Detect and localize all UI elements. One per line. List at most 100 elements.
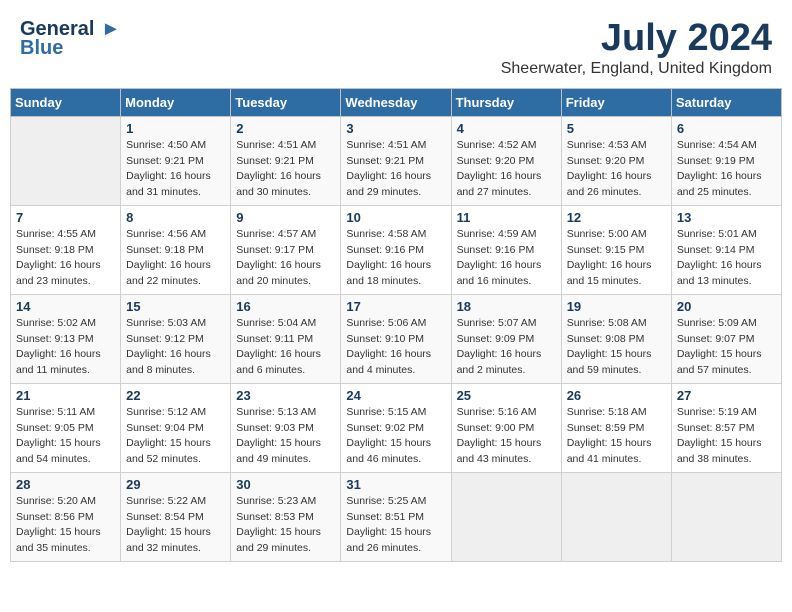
day-info: Sunrise: 4:56 AMSunset: 9:18 PMDaylight:… bbox=[126, 227, 225, 290]
day-info: Sunrise: 5:12 AMSunset: 9:04 PMDaylight:… bbox=[126, 405, 225, 468]
calendar-cell: 3 Sunrise: 4:51 AMSunset: 9:21 PMDaylight… bbox=[341, 116, 451, 205]
calendar-cell: 14Sunrise: 5:02 AMSunset: 9:13 PMDayligh… bbox=[11, 294, 121, 383]
calendar-header-row: SundayMondayTuesdayWednesdayThursdayFrid… bbox=[11, 88, 782, 116]
day-info: Sunrise: 5:18 AMSunset: 8:59 PMDaylight:… bbox=[567, 405, 666, 468]
day-info: Sunrise: 4:52 AMSunset: 9:20 PMDaylight:… bbox=[457, 138, 556, 201]
day-info: Sunrise: 4:54 AMSunset: 9:19 PMDaylight:… bbox=[677, 138, 776, 201]
calendar-cell: 12 Sunrise: 5:00 AMSunset: 9:15 PMDayligh… bbox=[561, 205, 671, 294]
calendar-cell: 19 Sunrise: 5:08 AMSunset: 9:08 PMDayligh… bbox=[561, 294, 671, 383]
day-info: Sunrise: 5:02 AMSunset: 9:13 PMDaylight:… bbox=[16, 316, 115, 379]
day-number: 19 bbox=[567, 299, 666, 314]
day-number: 22 bbox=[126, 388, 225, 403]
calendar-cell: 15 Sunrise: 5:03 AMSunset: 9:12 PMDayligh… bbox=[121, 294, 231, 383]
day-number: 27 bbox=[677, 388, 776, 403]
calendar-header-thursday: Thursday bbox=[451, 88, 561, 116]
calendar-week-row: 28 Sunrise: 5:20 AMSunset: 8:56 PMDayligh… bbox=[11, 472, 782, 561]
day-number: 23 bbox=[236, 388, 335, 403]
day-number: 16 bbox=[236, 299, 335, 314]
day-number: 5 bbox=[567, 121, 666, 136]
calendar-cell: 20 Sunrise: 5:09 AMSunset: 9:07 PMDayligh… bbox=[671, 294, 781, 383]
calendar-cell: 21 Sunrise: 5:11 AMSunset: 9:05 PMDayligh… bbox=[11, 383, 121, 472]
day-number: 21 bbox=[16, 388, 115, 403]
day-number: 1 bbox=[126, 121, 225, 136]
calendar-cell: 11 Sunrise: 4:59 AMSunset: 9:16 PMDayligh… bbox=[451, 205, 561, 294]
day-info: Sunrise: 5:09 AMSunset: 9:07 PMDaylight:… bbox=[677, 316, 776, 379]
day-info: Sunrise: 5:20 AMSunset: 8:56 PMDaylight:… bbox=[16, 494, 115, 557]
day-info: Sunrise: 5:03 AMSunset: 9:12 PMDaylight:… bbox=[126, 316, 225, 379]
day-info: Sunrise: 4:53 AMSunset: 9:20 PMDaylight:… bbox=[567, 138, 666, 201]
calendar-header-wednesday: Wednesday bbox=[341, 88, 451, 116]
day-number: 10 bbox=[346, 210, 445, 225]
day-number: 20 bbox=[677, 299, 776, 314]
day-number: 12 bbox=[567, 210, 666, 225]
day-number: 13 bbox=[677, 210, 776, 225]
calendar-body: 1 Sunrise: 4:50 AMSunset: 9:21 PMDaylight… bbox=[11, 116, 782, 561]
day-info: Sunrise: 5:16 AMSunset: 9:00 PMDaylight:… bbox=[457, 405, 556, 468]
day-info: Sunrise: 5:08 AMSunset: 9:08 PMDaylight:… bbox=[567, 316, 666, 379]
calendar-cell: 18Sunrise: 5:07 AMSunset: 9:09 PMDayligh… bbox=[451, 294, 561, 383]
calendar-cell bbox=[671, 472, 781, 561]
calendar-week-row: 21 Sunrise: 5:11 AMSunset: 9:05 PMDayligh… bbox=[11, 383, 782, 472]
day-number: 2 bbox=[236, 121, 335, 136]
calendar-cell: 24 Sunrise: 5:15 AMSunset: 9:02 PMDayligh… bbox=[341, 383, 451, 472]
calendar-header-sunday: Sunday bbox=[11, 88, 121, 116]
day-info: Sunrise: 5:11 AMSunset: 9:05 PMDaylight:… bbox=[16, 405, 115, 468]
day-info: Sunrise: 4:58 AMSunset: 9:16 PMDaylight:… bbox=[346, 227, 445, 290]
calendar-cell: 10 Sunrise: 4:58 AMSunset: 9:16 PMDayligh… bbox=[341, 205, 451, 294]
calendar-header-tuesday: Tuesday bbox=[231, 88, 341, 116]
day-info: Sunrise: 4:51 AMSunset: 9:21 PMDaylight:… bbox=[236, 138, 335, 201]
page-title: July 2024 bbox=[501, 18, 772, 60]
calendar-header-friday: Friday bbox=[561, 88, 671, 116]
calendar-cell: 22 Sunrise: 5:12 AMSunset: 9:04 PMDayligh… bbox=[121, 383, 231, 472]
day-info: Sunrise: 4:50 AMSunset: 9:21 PMDaylight:… bbox=[126, 138, 225, 201]
day-info: Sunrise: 5:00 AMSunset: 9:15 PMDaylight:… bbox=[567, 227, 666, 290]
calendar-cell: 25 Sunrise: 5:16 AMSunset: 9:00 PMDayligh… bbox=[451, 383, 561, 472]
day-info: Sunrise: 4:55 AMSunset: 9:18 PMDaylight:… bbox=[16, 227, 115, 290]
day-number: 24 bbox=[346, 388, 445, 403]
day-number: 30 bbox=[236, 477, 335, 492]
day-number: 31 bbox=[346, 477, 445, 492]
calendar-cell: 2 Sunrise: 4:51 AMSunset: 9:21 PMDaylight… bbox=[231, 116, 341, 205]
calendar-week-row: 7 Sunrise: 4:55 AMSunset: 9:18 PMDaylight… bbox=[11, 205, 782, 294]
calendar-cell: 4 Sunrise: 4:52 AMSunset: 9:20 PMDaylight… bbox=[451, 116, 561, 205]
day-number: 15 bbox=[126, 299, 225, 314]
calendar-cell: 8 Sunrise: 4:56 AMSunset: 9:18 PMDaylight… bbox=[121, 205, 231, 294]
calendar-cell: 26 Sunrise: 5:18 AMSunset: 8:59 PMDayligh… bbox=[561, 383, 671, 472]
day-number: 3 bbox=[346, 121, 445, 136]
calendar-cell: 1 Sunrise: 4:50 AMSunset: 9:21 PMDaylight… bbox=[121, 116, 231, 205]
calendar-cell: 23 Sunrise: 5:13 AMSunset: 9:03 PMDayligh… bbox=[231, 383, 341, 472]
day-number: 9 bbox=[236, 210, 335, 225]
day-info: Sunrise: 5:23 AMSunset: 8:53 PMDaylight:… bbox=[236, 494, 335, 557]
calendar-cell: 29Sunrise: 5:22 AMSunset: 8:54 PMDayligh… bbox=[121, 472, 231, 561]
calendar-cell: 9 Sunrise: 4:57 AMSunset: 9:17 PMDaylight… bbox=[231, 205, 341, 294]
header: General ► Blue July 2024 Sheerwater, Eng… bbox=[10, 10, 782, 82]
day-info: Sunrise: 5:22 AMSunset: 8:54 PMDaylight:… bbox=[126, 494, 225, 557]
day-number: 25 bbox=[457, 388, 556, 403]
day-info: Sunrise: 5:15 AMSunset: 9:02 PMDaylight:… bbox=[346, 405, 445, 468]
day-info: Sunrise: 5:06 AMSunset: 9:10 PMDaylight:… bbox=[346, 316, 445, 379]
calendar-cell: 30 Sunrise: 5:23 AMSunset: 8:53 PMDayligh… bbox=[231, 472, 341, 561]
page-subtitle: Sheerwater, England, United Kingdom bbox=[501, 60, 772, 78]
day-info: Sunrise: 5:04 AMSunset: 9:11 PMDaylight:… bbox=[236, 316, 335, 379]
day-number: 11 bbox=[457, 210, 556, 225]
day-number: 7 bbox=[16, 210, 115, 225]
day-info: Sunrise: 4:57 AMSunset: 9:17 PMDaylight:… bbox=[236, 227, 335, 290]
day-info: Sunrise: 5:13 AMSunset: 9:03 PMDaylight:… bbox=[236, 405, 335, 468]
day-info: Sunrise: 5:01 AMSunset: 9:14 PMDaylight:… bbox=[677, 227, 776, 290]
calendar-week-row: 14Sunrise: 5:02 AMSunset: 9:13 PMDayligh… bbox=[11, 294, 782, 383]
calendar-cell: 5 Sunrise: 4:53 AMSunset: 9:20 PMDaylight… bbox=[561, 116, 671, 205]
calendar-cell: 17 Sunrise: 5:06 AMSunset: 9:10 PMDayligh… bbox=[341, 294, 451, 383]
day-number: 17 bbox=[346, 299, 445, 314]
day-number: 4 bbox=[457, 121, 556, 136]
calendar-cell bbox=[11, 116, 121, 205]
day-number: 28 bbox=[16, 477, 115, 492]
day-info: Sunrise: 4:59 AMSunset: 9:16 PMDaylight:… bbox=[457, 227, 556, 290]
title-area: July 2024 Sheerwater, England, United Ki… bbox=[501, 18, 772, 78]
calendar-cell bbox=[451, 472, 561, 561]
day-info: Sunrise: 5:07 AMSunset: 9:09 PMDaylight:… bbox=[457, 316, 556, 379]
logo: General ► Blue bbox=[20, 18, 121, 60]
day-number: 8 bbox=[126, 210, 225, 225]
calendar-cell: 7 Sunrise: 4:55 AMSunset: 9:18 PMDaylight… bbox=[11, 205, 121, 294]
day-number: 26 bbox=[567, 388, 666, 403]
day-info: Sunrise: 4:51 AMSunset: 9:21 PMDaylight:… bbox=[346, 138, 445, 201]
